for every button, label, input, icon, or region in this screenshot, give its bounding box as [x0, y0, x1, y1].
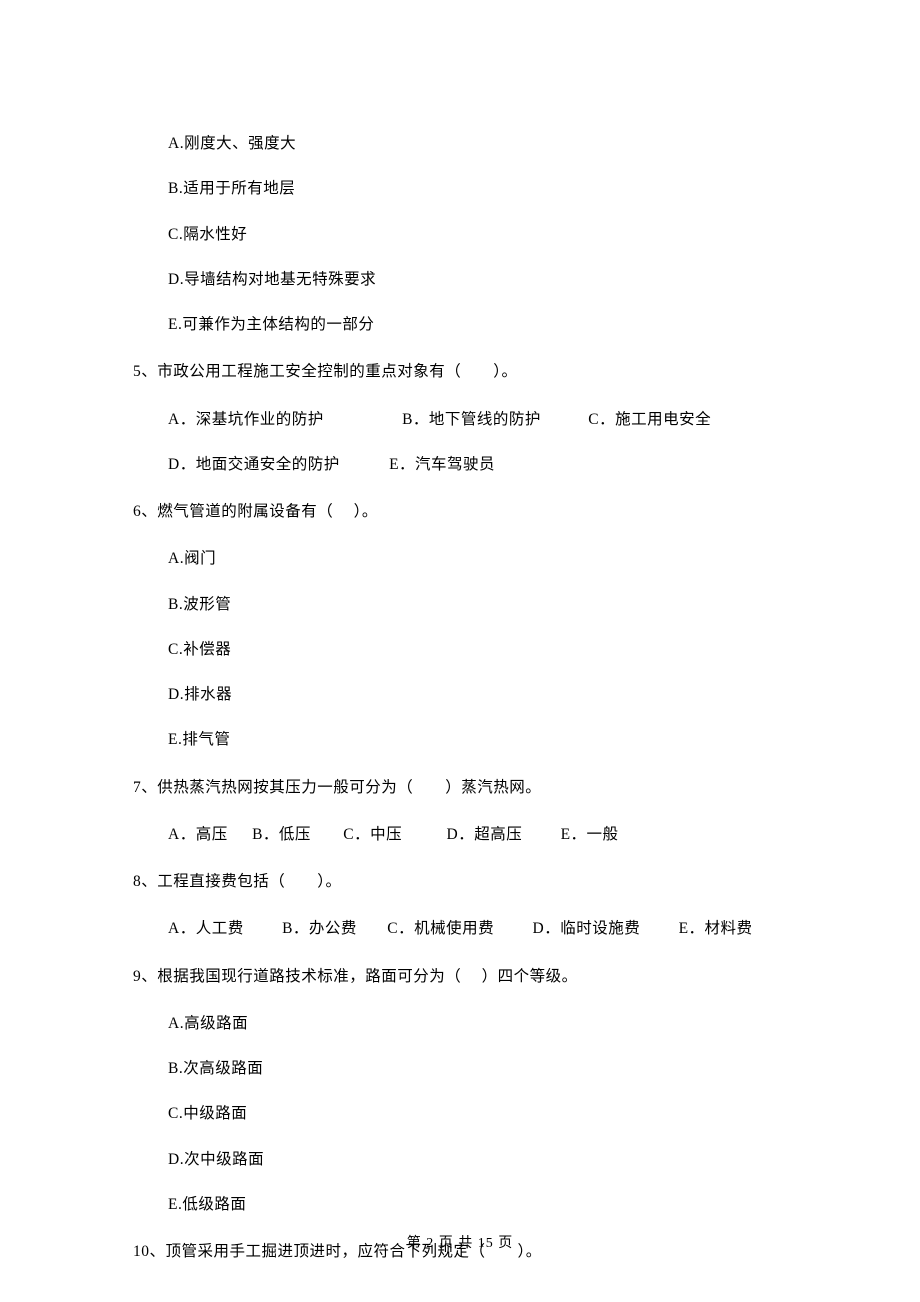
q7-options: A．高压 B．低压 C．中压 D．超高压 E．一般 [133, 823, 787, 846]
q8-options: A．人工费 B．办公费 C．机械使用费 D．临时设施费 E．材料费 [133, 917, 787, 940]
q7-option-e: E．一般 [561, 823, 619, 846]
q9-option-b: B.次高级路面 [133, 1057, 787, 1080]
q5-option-e: E．汽车驾驶员 [389, 453, 495, 476]
q8-option-a: A．人工费 [168, 917, 244, 940]
q5-options-row2: D．地面交通安全的防护 E．汽车驾驶员 [133, 453, 787, 476]
q7-option-b: B．低压 [252, 823, 311, 846]
q8-stem: 8、工程直接费包括（ ）。 [133, 870, 787, 893]
q6-option-d: D.排水器 [133, 683, 787, 706]
q6-option-b: B.波形管 [133, 593, 787, 616]
q8-option-d: D．临时设施费 [533, 917, 641, 940]
q7-option-d: D．超高压 [447, 823, 523, 846]
q8-option-b: B．办公费 [282, 917, 357, 940]
page-footer: 第 2 页 共 15 页 [0, 1232, 920, 1252]
q4-option-b: B.适用于所有地层 [133, 177, 787, 200]
q9-option-e: E.低级路面 [133, 1193, 787, 1216]
q4-option-a: A.刚度大、强度大 [133, 132, 787, 155]
q6-option-a: A.阀门 [133, 547, 787, 570]
q9-option-c: C.中级路面 [133, 1102, 787, 1125]
q7-option-c: C．中压 [343, 823, 402, 846]
q8-option-e: E．材料费 [679, 917, 753, 940]
q5-option-c: C．施工用电安全 [588, 408, 711, 431]
q7-stem: 7、供热蒸汽热网按其压力一般可分为（ ）蒸汽热网。 [133, 776, 787, 799]
q7-option-a: A．高压 [168, 823, 228, 846]
q6-option-e: E.排气管 [133, 728, 787, 751]
q4-option-c: C.隔水性好 [133, 223, 787, 246]
q8-option-c: C．机械使用费 [387, 917, 494, 940]
q9-stem: 9、根据我国现行道路技术标准，路面可分为（ ）四个等级。 [133, 965, 787, 988]
q5-stem: 5、市政公用工程施工安全控制的重点对象有（ ）。 [133, 360, 787, 383]
q9-option-d: D.次中级路面 [133, 1148, 787, 1171]
q4-option-e: E.可兼作为主体结构的一部分 [133, 313, 787, 336]
q5-options-row1: A．深基坑作业的防护 B．地下管线的防护 C．施工用电安全 [133, 408, 787, 431]
q5-option-b: B．地下管线的防护 [402, 408, 541, 431]
q4-option-d: D.导墙结构对地基无特殊要求 [133, 268, 787, 291]
q6-stem: 6、燃气管道的附属设备有（ ）。 [133, 500, 787, 523]
page-content: A.刚度大、强度大 B.适用于所有地层 C.隔水性好 D.导墙结构对地基无特殊要… [0, 0, 920, 1263]
q5-option-d: D．地面交通安全的防护 [168, 453, 340, 476]
q5-option-a: A．深基坑作业的防护 [168, 408, 324, 431]
q9-option-a: A.高级路面 [133, 1012, 787, 1035]
q6-option-c: C.补偿器 [133, 638, 787, 661]
